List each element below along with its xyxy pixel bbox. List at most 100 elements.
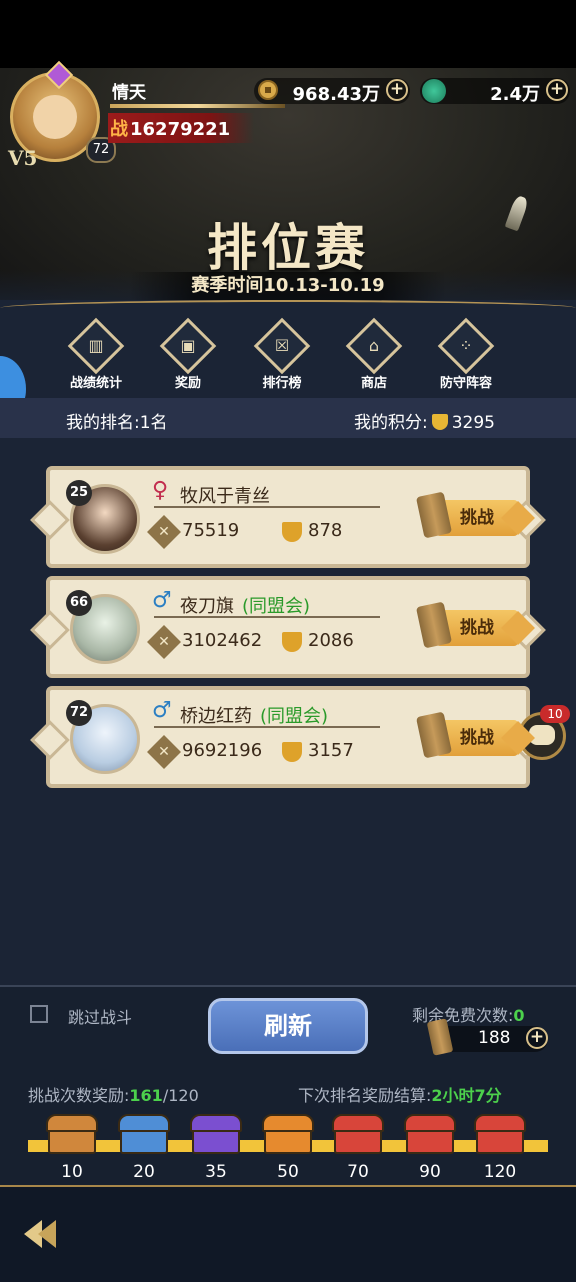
male-icon: ♂ xyxy=(152,698,172,723)
bottom-bar xyxy=(0,1185,576,1282)
free-attempts-value: 0 xyxy=(513,1006,525,1025)
trophy-icon xyxy=(431,414,448,430)
chart-icon: ▥ xyxy=(67,317,125,375)
back-arrow-icon xyxy=(38,1220,56,1248)
reward-total: /120 xyxy=(162,1086,199,1105)
opponent-card: 25 ♀ 牧风于青丝 ✕ 75519 878 挑战 xyxy=(46,466,530,568)
menu-battle-stats[interactable]: ▥ 战绩统计 xyxy=(56,317,136,391)
opponent-power: 9692196 xyxy=(182,740,263,761)
reward-chest[interactable] xyxy=(472,1112,528,1156)
name-divider xyxy=(154,506,380,508)
coin-resource: 968.43万 + xyxy=(254,78,410,105)
shop-icon: ⌂ xyxy=(345,317,403,375)
player-name: 情天 xyxy=(112,83,146,103)
trophy-icon xyxy=(282,522,302,542)
challenge-label: 挑战 xyxy=(460,618,494,638)
opponent-card: 72 ♂ 桥边红药 (同盟会) ✕ 9692196 3157 挑战 xyxy=(46,686,530,788)
gift-icon: ▣ xyxy=(159,317,217,375)
opponent-level: 25 xyxy=(66,480,92,506)
reward-label: 挑战次数奖励: xyxy=(28,1086,130,1105)
challenge-tickets: 188 + xyxy=(426,1018,548,1056)
score-label: 我的积分: xyxy=(354,413,428,433)
challenge-button[interactable]: 挑战 xyxy=(415,601,518,649)
reward-current: 161 xyxy=(129,1086,163,1105)
reward-chest[interactable] xyxy=(116,1112,172,1156)
page-title: 排位赛 xyxy=(207,218,369,277)
reward-chest[interactable] xyxy=(188,1112,244,1156)
name-underline xyxy=(110,104,285,108)
milestone-label: 10 xyxy=(61,1162,83,1182)
opponent-level: 66 xyxy=(66,590,92,616)
scroll-icon xyxy=(415,601,453,649)
challenge-count-reward: 挑战次数奖励:161/120 xyxy=(28,1082,199,1106)
coin-icon xyxy=(258,80,278,100)
add-coin-button[interactable]: + xyxy=(386,79,408,101)
opponent-power: 75519 xyxy=(182,520,240,541)
menu-label: 战绩统计 xyxy=(69,376,122,391)
opponent-name: 牧风于青丝 xyxy=(180,482,278,508)
menu-leaderboard[interactable]: ☒ 排行榜 xyxy=(242,317,322,391)
my-rank: 我的排名:1名 xyxy=(66,408,168,433)
menu-label: 防守阵容 xyxy=(439,376,492,391)
challenge-label: 挑战 xyxy=(460,728,494,748)
name-divider xyxy=(154,616,380,618)
opponent-name-text: 牧风于青丝 xyxy=(180,486,270,507)
season-banner: 赛季时间10.13-10.19 xyxy=(130,272,446,300)
skip-battle-label[interactable]: 跳过战斗 xyxy=(68,1004,132,1028)
trophy-icon xyxy=(282,742,302,762)
milestone-label: 120 xyxy=(483,1162,517,1182)
next-settlement: 下次排名奖励结算:2小时7分 xyxy=(298,1082,502,1106)
challenge-label: 挑战 xyxy=(460,508,494,528)
season-time: 赛季时间10.13-10.19 xyxy=(191,275,385,296)
rank-label: 我的排名: xyxy=(66,413,140,433)
reward-chest[interactable] xyxy=(402,1112,458,1156)
female-icon: ♀ xyxy=(152,478,169,503)
power-icon: ✕ xyxy=(147,625,181,659)
gold-divider xyxy=(0,300,576,316)
menu-label: 奖励 xyxy=(174,376,201,391)
rank-value: 1名 xyxy=(139,413,168,433)
tickets-value: 188 xyxy=(478,1028,511,1048)
scroll-icon xyxy=(415,711,453,759)
add-tickets-button[interactable]: + xyxy=(526,1027,548,1049)
ranking-icon: ☒ xyxy=(253,317,311,375)
opponent-power: 3102462 xyxy=(182,630,263,651)
power-display: 战 16279221 xyxy=(108,113,255,143)
opponent-level: 72 xyxy=(66,700,92,726)
opponent-guild: (同盟会) xyxy=(260,706,329,727)
menu-label: 排行榜 xyxy=(262,376,302,391)
vip-badge[interactable]: V5 xyxy=(8,146,37,170)
menu-label: 商店 xyxy=(360,376,387,391)
opponent-card: 66 ♂ 夜刀旗 (同盟会) ✕ 3102462 2086 挑战 xyxy=(46,576,530,678)
challenge-button[interactable]: 挑战 xyxy=(415,491,518,539)
name-divider xyxy=(154,726,380,728)
opponent-score: 3157 xyxy=(308,740,354,761)
opponent-name-text: 夜刀旗 xyxy=(180,596,234,617)
next-value: 2小时7分 xyxy=(431,1086,502,1105)
jade-icon xyxy=(422,79,446,103)
milestone-label: 70 xyxy=(347,1162,369,1182)
power-prefix: 战 xyxy=(110,119,128,140)
reward-chest[interactable] xyxy=(260,1112,316,1156)
add-jade-button[interactable]: + xyxy=(546,79,568,101)
milestone-label: 90 xyxy=(419,1162,441,1182)
menu-shop[interactable]: ⌂ 商店 xyxy=(334,317,414,391)
menu-defense-lineup[interactable]: ⁘ 防守阵容 xyxy=(426,317,506,391)
back-button[interactable] xyxy=(20,1212,66,1256)
milestone-label: 50 xyxy=(277,1162,299,1182)
chat-unread-badge: 10 xyxy=(540,705,570,723)
milestone-label: 20 xyxy=(133,1162,155,1182)
opponent-name: 桥边红药 (同盟会) xyxy=(180,702,328,728)
opponent-name-text: 桥边红药 xyxy=(180,706,252,727)
refresh-button[interactable]: 刷新 xyxy=(208,998,368,1054)
score-value: 3295 xyxy=(451,413,495,433)
reward-chest[interactable] xyxy=(330,1112,386,1156)
menu-rewards[interactable]: ▣ 奖励 xyxy=(148,317,228,391)
jade-value: 2.4万 xyxy=(490,84,540,105)
formation-icon: ⁘ xyxy=(437,317,495,375)
opponent-score: 2086 xyxy=(308,630,354,651)
reward-chest[interactable] xyxy=(44,1112,100,1156)
power-icon: ✕ xyxy=(147,515,181,549)
skip-battle-checkbox[interactable] xyxy=(30,1005,48,1023)
challenge-button[interactable]: 挑战 xyxy=(415,711,518,759)
